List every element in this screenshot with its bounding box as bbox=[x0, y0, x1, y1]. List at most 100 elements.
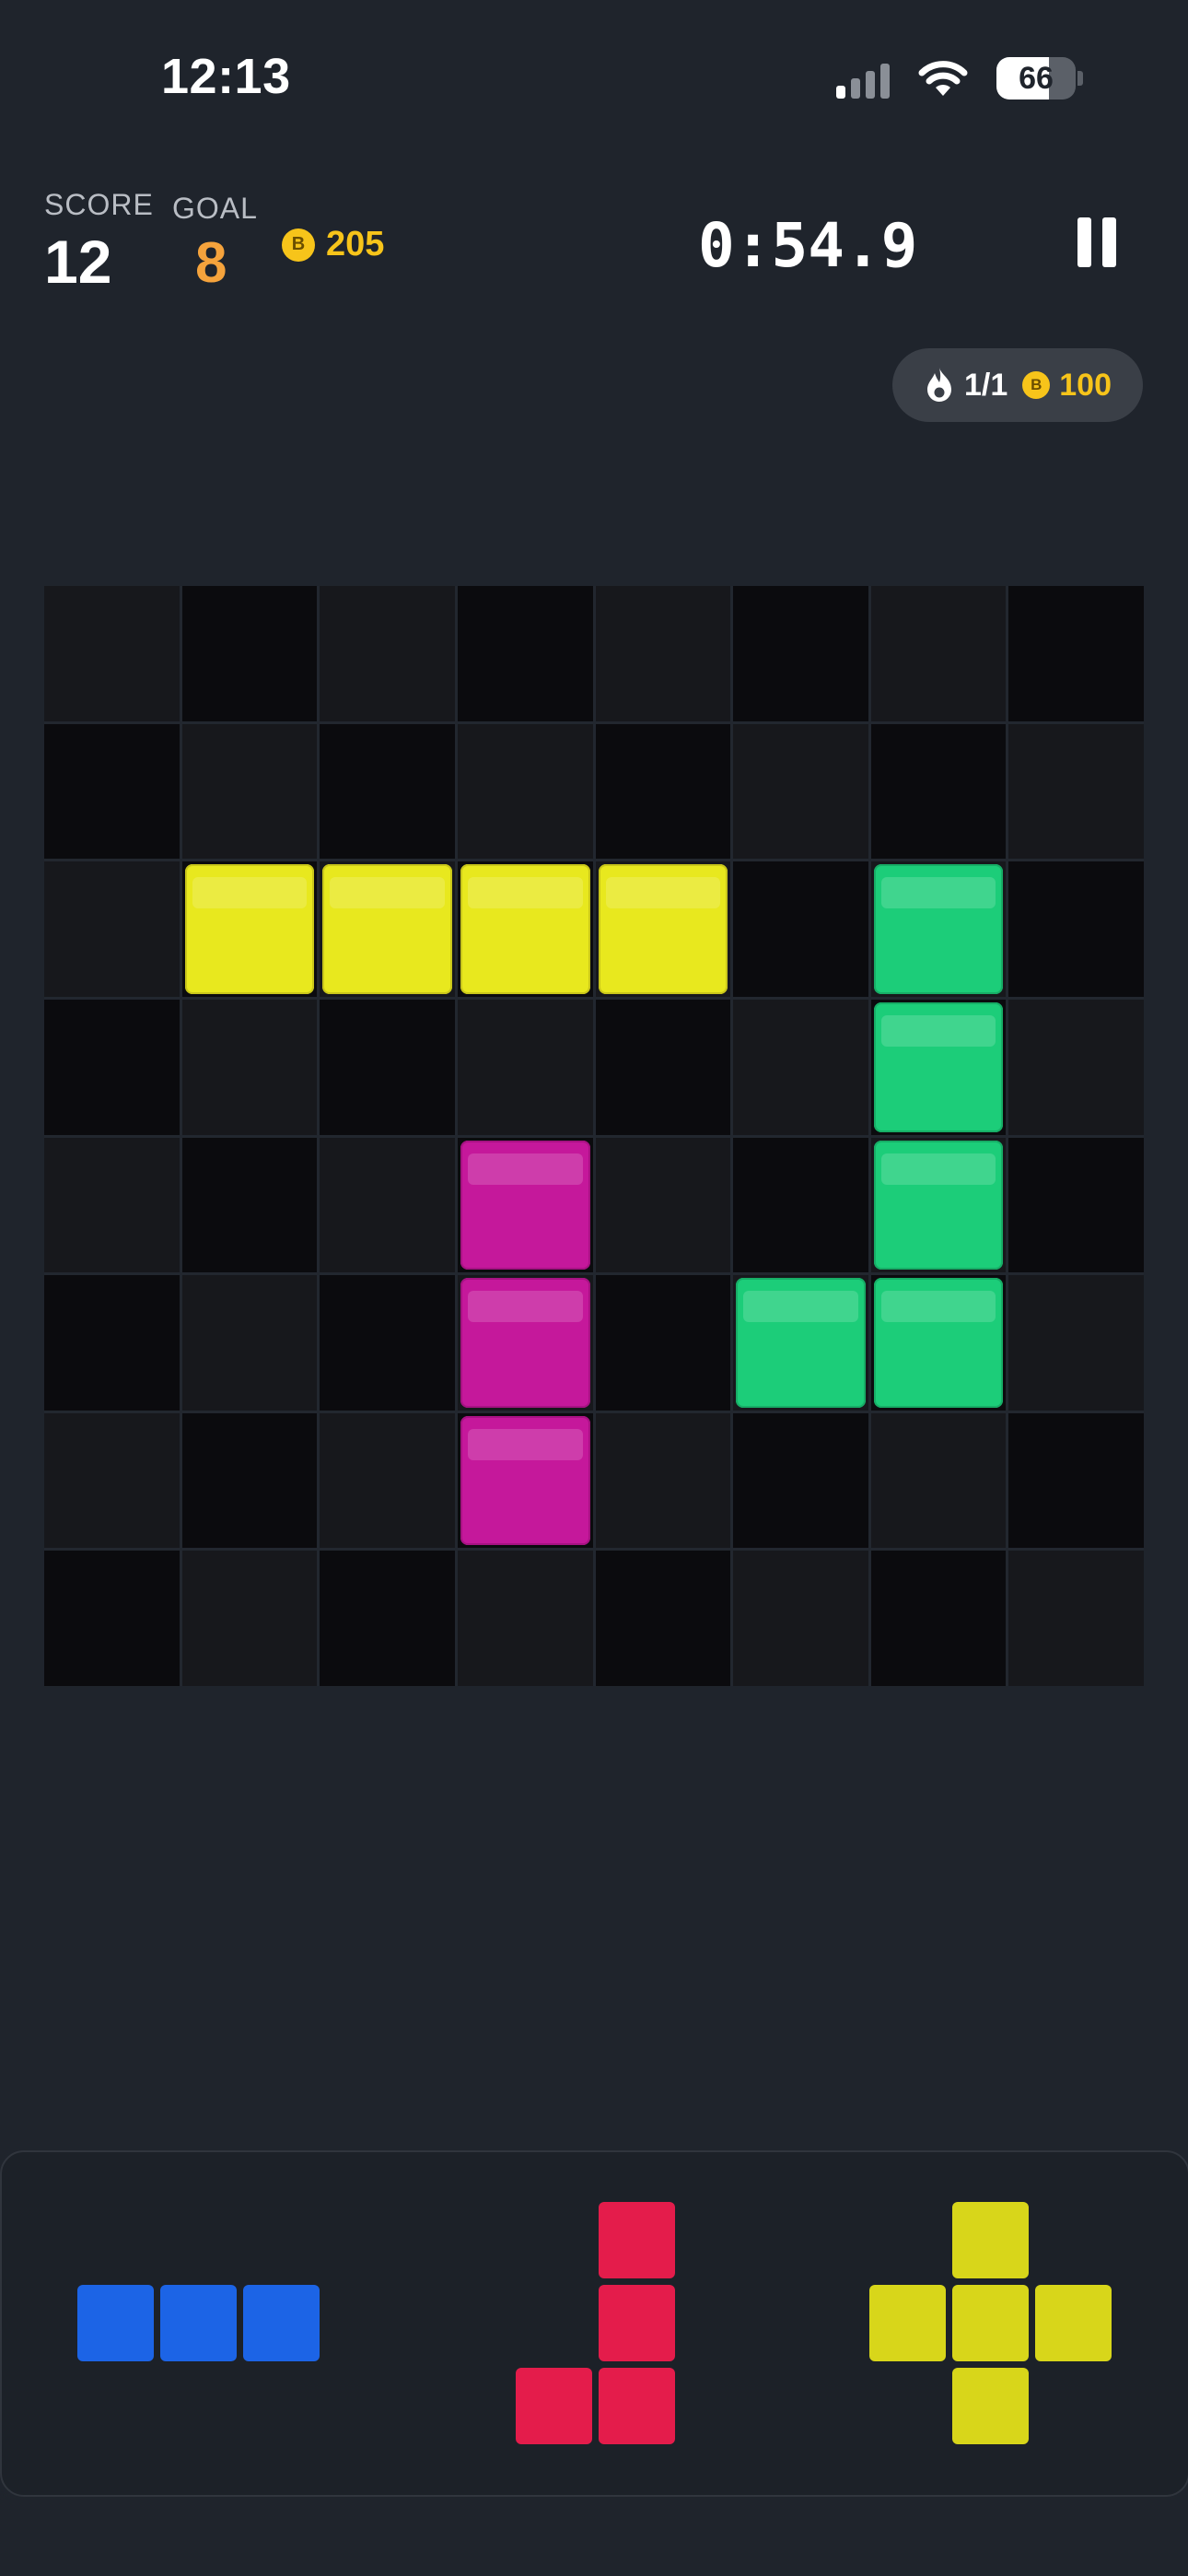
board-cell[interactable] bbox=[44, 586, 180, 721]
board-cell[interactable] bbox=[1008, 999, 1144, 1135]
placed-block-green bbox=[873, 1278, 1004, 1408]
status-icons: 66 bbox=[836, 57, 1083, 100]
board-cell[interactable] bbox=[595, 1412, 731, 1549]
pause-icon bbox=[1077, 217, 1091, 267]
board-cell[interactable] bbox=[457, 1551, 593, 1686]
game-timer: 0:54.9 bbox=[698, 210, 918, 281]
board-cell[interactable] bbox=[44, 1137, 180, 1273]
board-cell[interactable] bbox=[181, 1412, 318, 1549]
piece-cell bbox=[952, 2202, 1029, 2278]
board-cell[interactable] bbox=[733, 1275, 868, 1411]
piece-blue-line[interactable] bbox=[77, 2285, 320, 2361]
coin-icon: B bbox=[282, 228, 315, 262]
board-cell[interactable] bbox=[1008, 1275, 1144, 1411]
board-cell[interactable] bbox=[870, 1551, 1007, 1686]
board-cell[interactable] bbox=[457, 586, 593, 721]
board-cell[interactable] bbox=[733, 999, 868, 1135]
piece-red-j[interactable] bbox=[516, 2202, 675, 2444]
board-cell[interactable] bbox=[595, 1551, 731, 1686]
status-time: 12:13 bbox=[161, 49, 291, 104]
board-cell[interactable] bbox=[320, 1551, 455, 1686]
board-cell[interactable] bbox=[320, 999, 455, 1135]
board-cell[interactable] bbox=[44, 1551, 180, 1686]
board-cell[interactable] bbox=[44, 999, 180, 1135]
board-cell[interactable] bbox=[595, 1275, 731, 1411]
streak-pill[interactable]: 1/1 B 100 bbox=[892, 348, 1143, 422]
placed-block-yellow bbox=[184, 864, 315, 994]
placed-block-green bbox=[736, 1278, 866, 1408]
pause-button[interactable] bbox=[1077, 217, 1118, 267]
board-cell[interactable] bbox=[870, 1412, 1007, 1549]
board-cell[interactable] bbox=[870, 586, 1007, 721]
board-cell[interactable] bbox=[1008, 1412, 1144, 1549]
board-cell[interactable] bbox=[44, 723, 180, 860]
board-cell[interactable] bbox=[733, 1137, 868, 1273]
board-cell[interactable] bbox=[457, 1412, 593, 1549]
battery-icon: 66 bbox=[996, 57, 1076, 100]
board-cell[interactable] bbox=[870, 1137, 1007, 1273]
board-cell[interactable] bbox=[1008, 723, 1144, 860]
board-cell[interactable] bbox=[870, 861, 1007, 997]
board-cell[interactable] bbox=[457, 1275, 593, 1411]
board-cell[interactable] bbox=[1008, 861, 1144, 997]
board-cell[interactable] bbox=[44, 861, 180, 997]
board-cell[interactable] bbox=[595, 1137, 731, 1273]
board-cell[interactable] bbox=[320, 1137, 455, 1273]
board-cell[interactable] bbox=[181, 723, 318, 860]
board-cell[interactable] bbox=[733, 723, 868, 860]
board-cell[interactable] bbox=[181, 1137, 318, 1273]
piece-cell bbox=[599, 2368, 675, 2444]
placed-block-yellow bbox=[460, 864, 590, 994]
board-cell[interactable] bbox=[870, 723, 1007, 860]
score-value: 12 bbox=[44, 228, 112, 296]
placed-block-green bbox=[873, 1001, 1004, 1132]
piece-cell bbox=[243, 2285, 320, 2361]
board-cell[interactable] bbox=[595, 723, 731, 860]
board-cell[interactable] bbox=[457, 861, 593, 997]
board-cell[interactable] bbox=[595, 586, 731, 721]
board-cell[interactable] bbox=[733, 1412, 868, 1549]
piece-cell bbox=[77, 2285, 154, 2361]
board-cell[interactable] bbox=[457, 999, 593, 1135]
piece-cell bbox=[599, 2285, 675, 2361]
board-cell[interactable] bbox=[181, 586, 318, 721]
board-cell[interactable] bbox=[44, 1412, 180, 1549]
piece-cell bbox=[869, 2285, 946, 2361]
board-cell[interactable] bbox=[320, 1412, 455, 1549]
placed-block-magenta bbox=[460, 1278, 590, 1408]
board-cell[interactable] bbox=[595, 999, 731, 1135]
board-cell[interactable] bbox=[457, 1137, 593, 1273]
board-cell[interactable] bbox=[870, 1275, 1007, 1411]
piece-lime-plus[interactable] bbox=[869, 2202, 1112, 2444]
board-cell[interactable] bbox=[320, 586, 455, 721]
board-cell[interactable] bbox=[181, 999, 318, 1135]
board-cell[interactable] bbox=[1008, 586, 1144, 721]
board-cell[interactable] bbox=[320, 861, 455, 997]
placed-block-yellow bbox=[322, 864, 452, 994]
piece-tray bbox=[0, 2150, 1188, 2497]
board-cell[interactable] bbox=[181, 1551, 318, 1686]
streak-count: 1/1 bbox=[964, 367, 1008, 403]
board-cell[interactable] bbox=[181, 861, 318, 997]
coin-icon: B bbox=[1022, 371, 1051, 399]
wifi-icon bbox=[918, 61, 968, 96]
board-cell[interactable] bbox=[870, 999, 1007, 1135]
board-cell[interactable] bbox=[44, 1275, 180, 1411]
board-cell[interactable] bbox=[320, 1275, 455, 1411]
board-cell[interactable] bbox=[1008, 1137, 1144, 1273]
board-cell[interactable] bbox=[733, 861, 868, 997]
placed-block-green bbox=[873, 1140, 1004, 1270]
board-cell[interactable] bbox=[595, 861, 731, 997]
board-cell[interactable] bbox=[1008, 1551, 1144, 1686]
game-board[interactable] bbox=[44, 586, 1144, 1686]
score-label: SCORE bbox=[44, 188, 154, 221]
board-cell[interactable] bbox=[181, 1275, 318, 1411]
board-cell[interactable] bbox=[457, 723, 593, 860]
board-cell[interactable] bbox=[733, 586, 868, 721]
piece-cell bbox=[1035, 2285, 1112, 2361]
board-cell[interactable] bbox=[733, 1551, 868, 1686]
piece-cell bbox=[952, 2368, 1029, 2444]
board-cell[interactable] bbox=[320, 723, 455, 860]
placed-block-green bbox=[873, 864, 1004, 994]
pause-icon-bar bbox=[1102, 217, 1116, 267]
